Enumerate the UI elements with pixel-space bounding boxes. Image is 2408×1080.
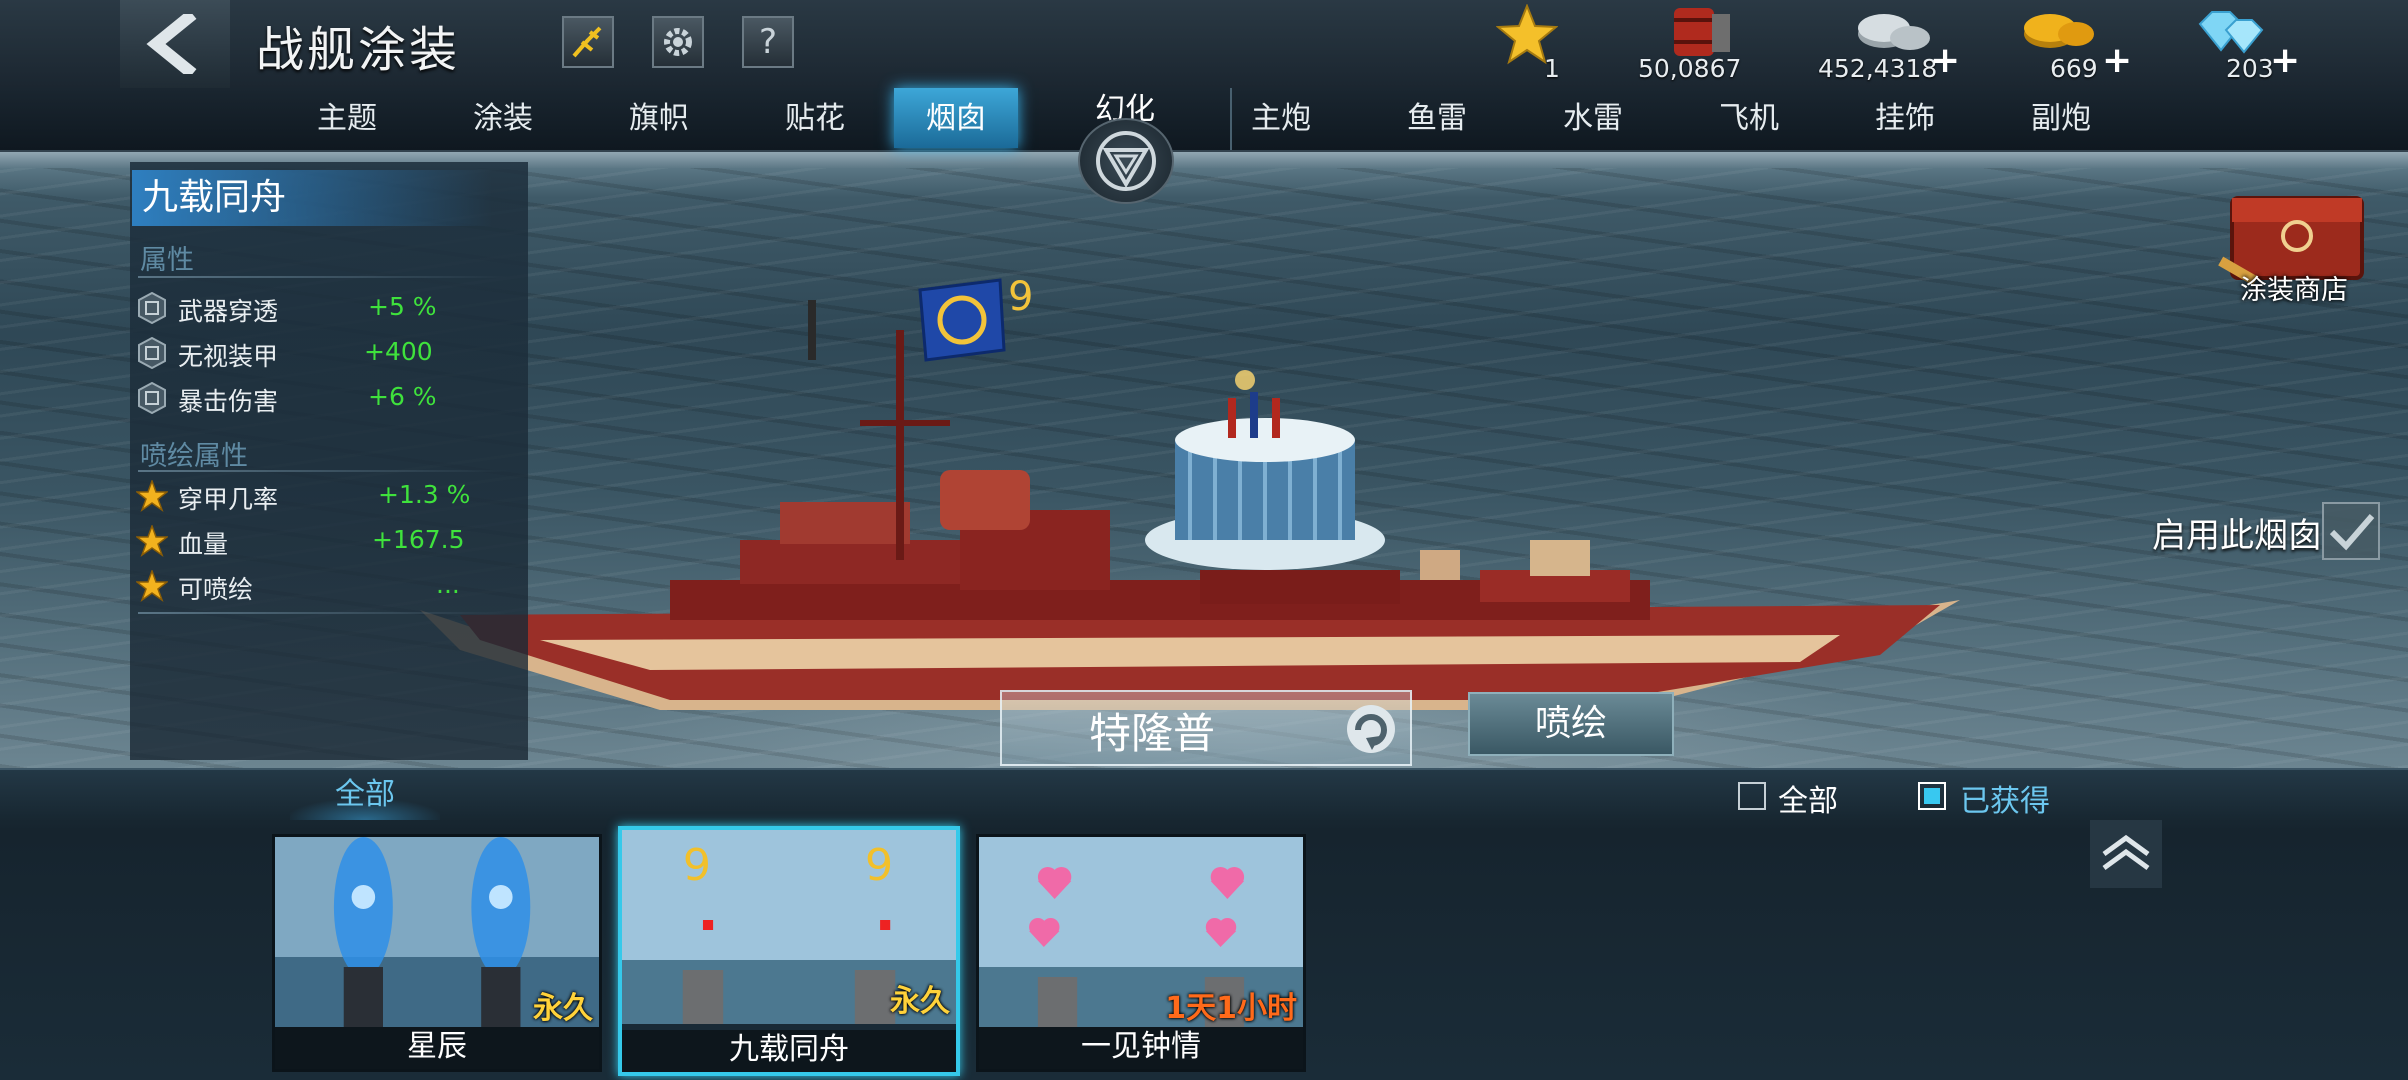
duration-badge: 1天1小时 (1165, 991, 1297, 1026)
tab-main-gun[interactable]: 主炮 (1206, 88, 1356, 148)
resource-star: 1 (1496, 4, 1566, 84)
chimney-item-card[interactable]: 1天1小时 一见钟情 (976, 834, 1306, 1072)
tab-paint[interactable]: 涂装 (428, 88, 578, 148)
add-gold-button[interactable]: + (2102, 40, 2132, 81)
attribute-value: +1.3 % (378, 480, 471, 509)
tab-all-items[interactable]: 全部 (290, 770, 440, 820)
ship-name: 特隆普 (1088, 709, 1215, 758)
attribute-name: 武器穿透 (178, 297, 279, 326)
add-silver-button[interactable]: + (1930, 40, 1960, 81)
attribute-value: +167.5 (372, 525, 465, 554)
attribute-name: 血量 (178, 530, 229, 559)
attribute-name: 穿甲几率 (178, 485, 279, 514)
hexagon-attribute-icon (138, 382, 166, 414)
fireworks-button[interactable] (562, 16, 614, 68)
resource-barrel: 50,0867 (1636, 4, 1756, 84)
chimney-item-card-selected[interactable]: 9 9 永久 九载同舟 (618, 826, 960, 1076)
duration-badge: 永久 (533, 991, 593, 1026)
enable-chimney-label: 启用此烟囱 (2152, 516, 2322, 556)
attribute-name: 可喷绘 (178, 575, 254, 604)
attribute-name: 无视装甲 (178, 342, 279, 371)
attribute-value: +400 (364, 337, 433, 366)
tab-theme[interactable]: 主题 (272, 88, 422, 148)
tab-mine[interactable]: 水雷 (1518, 88, 1668, 148)
attribute-row: 无视装甲 +400 (136, 335, 496, 375)
collapse-button[interactable] (2090, 820, 2162, 888)
hexagon-attribute-icon (138, 337, 166, 369)
resource-diamond: 203 + (2186, 4, 2306, 84)
fireworks-icon (572, 26, 602, 58)
divider (138, 612, 508, 614)
spray-attribute-row: 穿甲几率 +1.3 % (136, 478, 496, 518)
help-button[interactable]: ? (742, 16, 794, 68)
attribute-name: 暴击伤害 (178, 387, 279, 416)
resource-gold: 669 + (2010, 4, 2132, 84)
battleship-preview[interactable]: 9 (420, 270, 1980, 730)
checkmark-icon (2329, 514, 2375, 551)
star-count: 1 (1544, 54, 1560, 83)
triangle-emblem-icon (1096, 131, 1156, 191)
magic-transform-button[interactable] (1078, 118, 1174, 204)
refresh-icon[interactable] (1342, 700, 1400, 758)
ship-selector-button[interactable]: 特隆普 (1000, 690, 1412, 766)
star-attribute-icon (136, 570, 168, 602)
add-diamond-button[interactable]: + (2270, 40, 2300, 81)
item-name: 九载同舟 (622, 1030, 956, 1072)
divider (138, 276, 508, 278)
attribute-row: 武器穿透 +5 % (136, 290, 496, 330)
resource-silver: 452,4318 + (1818, 4, 1960, 84)
tab-chimney[interactable]: 烟囱 (894, 88, 1018, 148)
attribute-value: +5 % (368, 292, 437, 321)
gold-coins-icon (2024, 14, 2094, 48)
tab-aircraft[interactable]: 飞机 (1674, 88, 1824, 148)
selected-skin-name: 九载同舟 (132, 170, 492, 226)
duration-badge: 永久 (890, 984, 950, 1019)
gold-count: 669 (2050, 54, 2098, 83)
gear-icon (664, 28, 692, 56)
hexagon-attribute-icon (138, 292, 166, 324)
double-chevron-up-icon (2102, 834, 2150, 871)
attribute-value: +6 % (368, 382, 437, 411)
star-attribute-icon (136, 525, 168, 557)
tab-torpedo[interactable]: 鱼雷 (1362, 88, 1512, 148)
filter-all-label: 全部 (1778, 784, 1838, 819)
back-arrow-icon (146, 14, 197, 74)
tab-decal[interactable]: 贴花 (740, 88, 890, 148)
skin-shop-label: 涂装商店 (2240, 275, 2348, 306)
spray-attribute-row: 可喷绘 ... (136, 568, 496, 608)
svg-text:9: 9 (683, 840, 711, 891)
filter-owned-label: 已获得 (1960, 784, 2050, 819)
tab-flag[interactable]: 旗帜 (584, 88, 734, 148)
filter-owned-checkbox[interactable] (1918, 782, 1946, 810)
diamond-count: 203 (2226, 54, 2274, 83)
spray-attribute-row: 血量 +167.5 (136, 523, 496, 563)
chimney-item-card[interactable]: 永久 星辰 (272, 834, 602, 1072)
settings-button[interactable] (652, 16, 704, 68)
svg-text:9: 9 (1008, 274, 1033, 320)
diamond-icon (2198, 11, 2264, 54)
item-name: 星辰 (275, 1027, 599, 1069)
tab-secondary-gun[interactable]: 副炮 (1986, 88, 2136, 148)
star-attribute-icon (136, 480, 168, 512)
question-mark-icon: ? (758, 22, 778, 62)
spray-section-title: 喷绘属性 (140, 441, 248, 472)
silver-count: 452,4318 (1818, 54, 1938, 83)
back-button[interactable] (120, 0, 230, 88)
attribute-row: 暴击伤害 +6 % (136, 380, 496, 420)
filter-all-checkbox[interactable] (1738, 782, 1766, 810)
svg-text:9: 9 (865, 840, 893, 891)
page-title: 战舰涂装 (256, 22, 461, 78)
silver-coins-icon (1858, 14, 1930, 50)
tab-ornament[interactable]: 挂饰 (1830, 88, 1980, 148)
enable-chimney-checkbox[interactable] (2322, 502, 2380, 560)
divider (138, 470, 508, 472)
spray-paint-button[interactable]: 喷绘 (1468, 692, 1674, 756)
barrel-icon (1674, 8, 1730, 56)
item-name: 一见钟情 (979, 1027, 1303, 1069)
attribute-section-title: 属性 (140, 245, 194, 276)
attribute-value: ... (436, 570, 460, 599)
barrel-count: 50,0867 (1638, 54, 1742, 83)
